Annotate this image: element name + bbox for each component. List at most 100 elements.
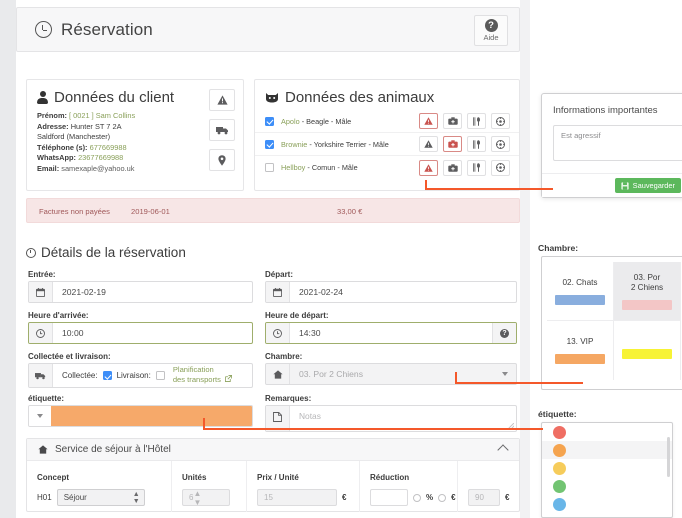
entry-date-input[interactable]: 2021-02-19 [28, 281, 253, 303]
pet-head-icon [266, 93, 278, 103]
discount-eur-radio[interactable] [438, 493, 447, 502]
warning-triangle-icon [424, 140, 433, 148]
room-option[interactable]: 03. Por 2 Chiens [614, 262, 681, 321]
delivery-checkbox[interactable] [155, 371, 165, 380]
clock-icon [26, 247, 36, 258]
arrival-time-value: 10:00 [62, 328, 84, 338]
pet-activity-button[interactable] [491, 159, 510, 176]
pet-food-button[interactable] [467, 113, 486, 129]
tag-option[interactable] [542, 477, 672, 495]
tag-option[interactable] [542, 441, 672, 459]
important-info-modal: Informations importantes Est agressif Sa… [541, 93, 682, 198]
clock-icon [35, 21, 52, 38]
pet-name-label: Brownie - Yorkshire Terrier - Mâle [281, 140, 389, 149]
cutlery-icon [473, 116, 480, 126]
pet-select-checkbox[interactable] [265, 163, 274, 172]
pet-medical-button[interactable] [443, 113, 462, 129]
client-data-card: Données du client Prénom: [ 0021 ] Sam C… [26, 79, 244, 191]
room-label: Chambre: [265, 352, 303, 361]
table-row[interactable]: Hellboy - Comun - Mâle [255, 156, 519, 179]
clock-icon [266, 323, 290, 343]
total-input[interactable]: 90 [468, 489, 500, 506]
units-stepper[interactable]: 6 ▲ ▼ [182, 489, 230, 507]
pet-name-label: Hellboy - Comun - Mâle [281, 163, 358, 172]
collect-delivery-label: Collectée et livraison: [28, 352, 111, 361]
tag-select[interactable] [28, 405, 253, 427]
col-discount: Réduction % € [360, 461, 458, 512]
pet-alert-button[interactable] [419, 113, 438, 129]
info-modal-textarea[interactable]: Est agressif [553, 125, 682, 161]
chevron-down-icon[interactable] [29, 406, 51, 426]
col-total: 90 € [458, 461, 519, 512]
pet-actions [419, 113, 510, 129]
hotel-panel-title: Service de séjour à l'Hôtel [55, 444, 171, 455]
total-value: 90 [475, 493, 484, 502]
field-label: Téléphone (s): [37, 142, 88, 152]
unit-price-input[interactable]: 15 [257, 489, 337, 506]
tag-option[interactable] [542, 459, 672, 477]
concept-value: Séjour [63, 493, 87, 502]
room-color-swatch [555, 294, 605, 305]
departure-time-value: 14:30 [299, 328, 321, 338]
tag-option[interactable] [542, 423, 672, 441]
client-warning-button[interactable] [209, 89, 235, 111]
collect-checkbox[interactable] [102, 371, 112, 380]
departure-date-input[interactable]: 2021-02-24 [265, 281, 517, 303]
ball-icon [496, 163, 505, 172]
discount-pct-radio[interactable] [413, 493, 421, 502]
room-option[interactable]: 13. VIP [547, 321, 614, 380]
pet-food-button[interactable] [467, 136, 486, 152]
room-option[interactable] [614, 321, 681, 380]
departure-date-value: 2021-02-24 [299, 287, 343, 297]
discount-input[interactable] [370, 489, 408, 506]
question-circle-icon: ? [484, 19, 498, 32]
arrival-time-input[interactable]: 10:00 [28, 322, 253, 344]
pet-medical-button[interactable] [443, 136, 462, 152]
pet-activity-button[interactable] [491, 136, 510, 152]
units-cell: 6 ▲ ▼ [182, 489, 230, 507]
pet-food-button[interactable] [467, 159, 486, 176]
annotation-line-to-room-picker [455, 382, 583, 384]
pet-alert-button[interactable] [419, 159, 438, 176]
table-row[interactable]: Brownie - Yorkshire Terrier - Mâle [255, 133, 519, 156]
pet-detail: - Beagle - Mâle [299, 116, 352, 126]
client-location-button[interactable] [209, 149, 235, 171]
tag-color-swatch [51, 406, 252, 426]
pet-detail: - Yorkshire Terrier - Mâle [307, 139, 389, 149]
unit-price-cell: 15 € [257, 489, 346, 506]
room-option[interactable]: 02. Chats [547, 262, 614, 321]
field-label: WhatsApp: [37, 153, 76, 163]
unpaid-invoices-bar[interactable]: Factures non payées 2019-06-01 33,00 € [26, 198, 520, 223]
ball-icon [496, 116, 505, 126]
concept-code: H01 [37, 493, 52, 502]
save-button[interactable]: Sauvegarder [614, 178, 681, 193]
client-transport-button[interactable] [209, 119, 235, 141]
first-aid-kit-icon [447, 140, 458, 148]
departure-time-input[interactable]: 14:30 ? [265, 322, 517, 344]
annotation-arrow-pet-alert [425, 180, 427, 188]
scrollbar[interactable] [667, 437, 670, 477]
hotel-panel-header[interactable]: Service de séjour à l'Hôtel [27, 439, 519, 461]
help-button[interactable]: ? Aide [474, 15, 508, 46]
chevron-up-icon[interactable] [497, 443, 509, 456]
pet-select-checkbox[interactable] [265, 116, 274, 126]
arrival-time-label: Heure d'arrivée: [28, 311, 89, 320]
column-header: Unités [182, 473, 207, 482]
transport-planning-link[interactable]: Planification des transports [173, 366, 233, 384]
pet-alert-button[interactable] [419, 136, 438, 152]
departure-time-help-button[interactable]: ? [492, 323, 516, 343]
field-value: Saldford (Manchester) [37, 132, 111, 142]
pet-activity-button[interactable] [491, 113, 510, 129]
field-value: 23677669988 [78, 153, 124, 163]
field-label: Prénom: [37, 111, 67, 120]
concept-select[interactable]: Séjour ▲ ▼ [56, 489, 145, 506]
table-row[interactable]: Apolo - Beagle - Mâle [255, 110, 519, 133]
first-aid-kit-icon [447, 163, 458, 172]
column-header: Réduction [370, 473, 410, 482]
hotel-stay-service-panel: Service de séjour à l'Hôtel Concept H01 … [26, 438, 520, 512]
pet-medical-button[interactable] [443, 159, 462, 176]
spinner-icon[interactable]: ▲ ▼ [193, 489, 201, 507]
tag-option[interactable] [542, 495, 672, 513]
chevron-down-icon[interactable] [494, 364, 516, 384]
pet-select-checkbox[interactable] [265, 139, 274, 149]
